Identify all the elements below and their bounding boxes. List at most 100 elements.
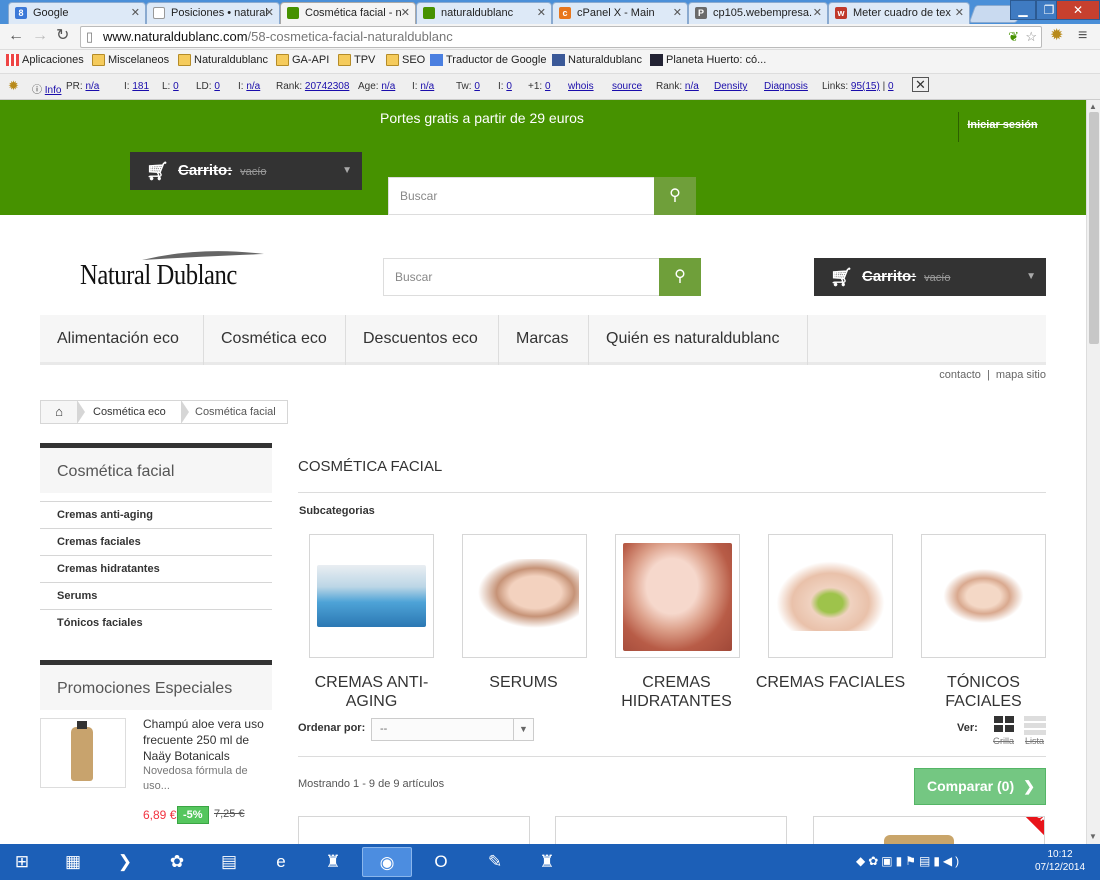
breadcrumb-cosmetica-eco[interactable]: Cosmética eco bbox=[93, 401, 166, 423]
home-icon[interactable]: ⌂ bbox=[41, 401, 77, 423]
seo-diagnosis[interactable]: Diagnosis bbox=[764, 81, 808, 92]
subcategory-link-cremas-faciales[interactable]: CREMAS FACIALES bbox=[754, 673, 907, 692]
menu-item-marcas[interactable]: Marcas bbox=[499, 315, 589, 365]
bookmark-folder[interactable]: SEO bbox=[386, 54, 425, 66]
sidebar-item-cremas-anti-aging[interactable]: Cremas anti-aging bbox=[40, 501, 272, 528]
contact-link[interactable]: contacto bbox=[939, 369, 981, 381]
address-bar[interactable]: ▯ www.naturaldublanc.com/58-cosmetica-fa… bbox=[80, 26, 1042, 48]
extension-leaf-icon[interactable]: ❦ bbox=[1008, 27, 1019, 47]
subcategory-link-serums[interactable]: SERUMS bbox=[447, 673, 600, 692]
paint-brush-icon[interactable]: ✎ bbox=[470, 847, 520, 877]
star-icon[interactable]: ☆ bbox=[1025, 27, 1037, 47]
subcategory-link-cremas-hidratantes[interactable]: CREMAS HIDRATANTES bbox=[600, 673, 753, 711]
bookmark-planeta-huerto[interactable]: Planeta Huerto: có... bbox=[650, 54, 766, 66]
sidebar-item-cremas-hidratantes[interactable]: Cremas hidratantes bbox=[40, 555, 272, 582]
seo-source[interactable]: source bbox=[612, 81, 642, 92]
close-window-button[interactable]: ✕ bbox=[1056, 0, 1100, 20]
grid-view-label[interactable]: Grilla bbox=[993, 736, 1014, 746]
chrome-icon[interactable]: ◉ bbox=[362, 847, 412, 877]
product-card[interactable]: EN OFERTA bbox=[813, 816, 1045, 844]
site-logo[interactable]: Natural Dublanc bbox=[80, 248, 264, 298]
bookmark-folder[interactable]: Naturaldublanc bbox=[178, 54, 268, 66]
subcategory-link-anti-aging[interactable]: CREMAS ANTI-AGING bbox=[295, 673, 448, 711]
close-icon[interactable]: ✕ bbox=[265, 3, 274, 23]
close-icon[interactable]: ✕ bbox=[673, 3, 682, 23]
menu-item-quien-es[interactable]: Quién es naturaldublanc bbox=[589, 315, 808, 365]
system-tray[interactable]: ◆✿▣▮⚑▤▮◀) bbox=[856, 854, 962, 868]
list-view-label[interactable]: Lista bbox=[1025, 736, 1044, 746]
forward-arrow-icon[interactable]: → bbox=[32, 28, 48, 44]
sort-select[interactable]: -- ▼ bbox=[371, 718, 534, 741]
close-icon[interactable]: ✕ bbox=[955, 3, 964, 23]
product-image[interactable] bbox=[40, 718, 126, 788]
outlook-icon[interactable]: O bbox=[416, 847, 466, 877]
extension-gear-icon[interactable]: ✹ bbox=[1050, 28, 1063, 44]
windows-start-icon[interactable]: ⊞ bbox=[0, 847, 44, 877]
scroll-up-icon[interactable]: ▲ bbox=[1089, 102, 1097, 111]
subcategory-image-cremas-faciales[interactable] bbox=[768, 534, 893, 658]
sidebar-item-tonicos-faciales[interactable]: Tónicos faciales bbox=[40, 609, 272, 636]
search-input[interactable]: Buscar bbox=[400, 178, 437, 214]
close-icon[interactable]: ✕ bbox=[401, 3, 410, 23]
file-explorer-icon[interactable]: ▤ bbox=[204, 847, 254, 877]
subcategory-link-tonicos-faciales[interactable]: TÓNICOS FACIALES bbox=[907, 673, 1060, 711]
subcategory-image-anti-aging[interactable] bbox=[309, 534, 434, 658]
tab-naturaldublanc[interactable]: naturaldublanc ✕ bbox=[416, 2, 552, 24]
close-icon[interactable]: ✕ bbox=[131, 3, 140, 23]
app-icon[interactable]: ♜ bbox=[522, 847, 572, 877]
minimize-button[interactable]: ▁ bbox=[1010, 0, 1036, 20]
tab-google[interactable]: 8 Google ✕ bbox=[8, 2, 146, 24]
bookmark-folder[interactable]: TPV bbox=[338, 54, 375, 66]
sidebar-item-cremas-faciales[interactable]: Cremas faciales bbox=[40, 528, 272, 555]
seo-whois[interactable]: whois bbox=[568, 81, 594, 92]
clock[interactable]: 10:12 07/12/2014 bbox=[1030, 848, 1090, 874]
compare-button[interactable]: Comparar (0) ❯ bbox=[914, 768, 1046, 805]
subcategory-image-serums[interactable] bbox=[462, 534, 587, 658]
tab-cosmetica-facial[interactable]: Cosmética facial - n ✕ bbox=[280, 2, 416, 24]
powershell-icon[interactable]: ❯ bbox=[100, 847, 150, 877]
app-icon[interactable]: ♜ bbox=[308, 847, 358, 877]
cart-button[interactable]: 🛒︎ Carrito: vacío ▼ bbox=[814, 258, 1046, 296]
bookmark-apps[interactable]: Aplicaciones bbox=[6, 54, 84, 66]
internet-explorer-icon[interactable]: e bbox=[256, 847, 306, 877]
tab-webempresa[interactable]: Pcp105.webempresa. ✕ bbox=[688, 2, 828, 24]
scroll-down-icon[interactable]: ▼ bbox=[1089, 832, 1097, 841]
close-icon[interactable]: ✕ bbox=[912, 77, 929, 92]
seoquake-icon[interactable]: ✹ bbox=[8, 78, 19, 94]
bookmark-translate[interactable]: Traductor de Google bbox=[430, 54, 546, 66]
product-card[interactable] bbox=[298, 816, 530, 844]
close-icon[interactable]: ✕ bbox=[813, 3, 822, 23]
cart-button[interactable]: 🛒︎ Carrito: vacío ▼ bbox=[130, 152, 362, 190]
tab-posiciones[interactable]: Posiciones • natural ✕ bbox=[146, 2, 280, 24]
seo-info[interactable]: ⓘ Info bbox=[32, 81, 61, 96]
menu-item-cosmetica[interactable]: Cosmética eco bbox=[204, 315, 346, 365]
login-link[interactable]: Iniciar sesión bbox=[958, 112, 1046, 142]
close-icon[interactable]: ✕ bbox=[537, 3, 546, 23]
reload-icon[interactable]: ↻ bbox=[56, 28, 69, 44]
page-scrollbar[interactable]: ▲ ▼ bbox=[1086, 100, 1100, 844]
menu-item-descuentos[interactable]: Descuentos eco bbox=[346, 315, 499, 365]
menu-icon[interactable]: ≡ bbox=[1078, 28, 1087, 44]
grid-view-icon[interactable] bbox=[994, 716, 1016, 734]
tab-meter-cuadro[interactable]: w Meter cuadro de tex ✕ bbox=[828, 2, 970, 24]
product-card[interactable] bbox=[555, 816, 787, 844]
seo-density[interactable]: Density bbox=[714, 81, 747, 92]
sitemap-link[interactable]: mapa sitio bbox=[996, 369, 1046, 381]
bookmark-facebook[interactable]: Naturaldublanc bbox=[552, 54, 642, 66]
tab-cpanel[interactable]: c cPanel X - Main ✕ bbox=[552, 2, 688, 24]
search-button[interactable]: ⚲ bbox=[654, 177, 696, 215]
promo-product-name[interactable]: Champú aloe vera uso frecuente 250 ml de… bbox=[143, 716, 275, 764]
menu-item-alimentacion[interactable]: Alimentación eco bbox=[40, 315, 204, 365]
back-arrow-icon[interactable]: ← bbox=[8, 28, 24, 44]
scrollbar-thumb[interactable] bbox=[1089, 112, 1099, 344]
list-view-icon[interactable] bbox=[1024, 716, 1046, 735]
sidebar-item-serums[interactable]: Serums bbox=[40, 582, 272, 609]
subcategory-image-cremas-hidratantes[interactable] bbox=[615, 534, 740, 658]
search-button[interactable]: ⚲ bbox=[659, 258, 701, 296]
bookmark-folder[interactable]: Miscelaneos bbox=[92, 54, 169, 66]
paint-icon[interactable]: ✿ bbox=[152, 847, 202, 877]
search-input[interactable]: Buscar bbox=[395, 259, 432, 295]
server-manager-icon[interactable]: ▦ bbox=[48, 847, 98, 877]
subcategory-image-tonicos-faciales[interactable] bbox=[921, 534, 1046, 658]
bookmark-folder[interactable]: GA-API bbox=[276, 54, 329, 66]
